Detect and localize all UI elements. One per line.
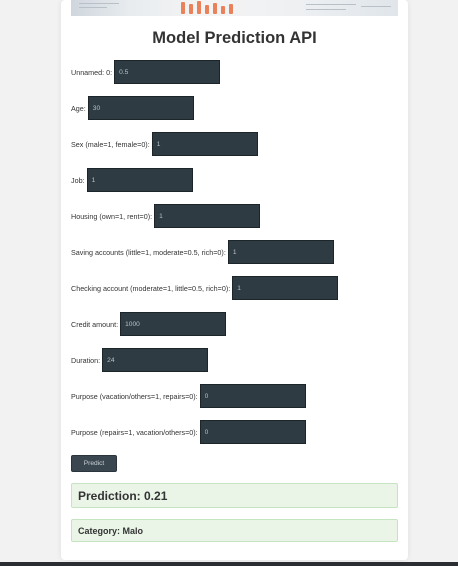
prediction-card: Model Prediction API Unnamed: 0: Age: Se… <box>61 0 408 560</box>
form-row-unnamed: Unnamed: 0: <box>71 59 221 85</box>
field-label-sex: Sex (male=1, female=0): <box>71 139 150 149</box>
form-row-saving-accounts: Saving accounts (little=1, moderate=0.5,… <box>71 239 334 265</box>
housing-input[interactable] <box>154 204 261 228</box>
credit-amount-input[interactable] <box>120 312 227 336</box>
field-label-duration: Duration: <box>71 355 101 365</box>
job-input[interactable] <box>86 168 193 192</box>
form-row-checking-account: Checking account (moderate=1, little=0.5… <box>71 275 339 301</box>
saving-accounts-input[interactable] <box>227 240 334 264</box>
header-banner-image <box>71 0 398 16</box>
checking-account-input[interactable] <box>232 276 339 300</box>
form-row-age: Age: <box>71 95 194 121</box>
field-label-job: Job: <box>71 175 85 185</box>
field-label-credit-amount: Credit amount: <box>71 319 119 329</box>
footer-bar <box>0 562 458 566</box>
field-label-saving-accounts: Saving accounts (little=1, moderate=0.5,… <box>71 247 226 257</box>
form-row-purpose-repairs: Purpose (repairs=1, vacation/others=0): <box>71 419 306 445</box>
form-row-purpose-vacation: Purpose (vacation/others=1, repairs=0): <box>71 383 306 409</box>
field-label-age: Age: <box>71 103 86 113</box>
field-label-checking-account: Checking account (moderate=1, little=0.5… <box>71 283 231 293</box>
predict-button[interactable]: Predict <box>71 455 117 472</box>
age-input[interactable] <box>87 96 194 120</box>
field-label-housing: Housing (own=1, rent=0): <box>71 211 153 221</box>
purpose-vacation-input[interactable] <box>199 384 306 408</box>
form-row-housing: Housing (own=1, rent=0): <box>71 203 261 229</box>
field-label-purpose-repairs: Purpose (repairs=1, vacation/others=0): <box>71 427 198 437</box>
sex-input[interactable] <box>151 132 258 156</box>
duration-input[interactable] <box>102 348 209 372</box>
page-title: Model Prediction API <box>152 29 317 47</box>
purpose-repairs-input[interactable] <box>199 420 306 444</box>
category-result: Category: Malo <box>71 519 398 542</box>
form-row-job: Job: <box>71 167 193 193</box>
field-label-purpose-vacation: Purpose (vacation/others=1, repairs=0): <box>71 391 198 401</box>
prediction-result: Prediction: 0.21 <box>71 483 398 508</box>
form-row-duration: Duration: <box>71 347 209 373</box>
unnamed-input[interactable] <box>114 60 221 84</box>
form-row-credit-amount: Credit amount: <box>71 311 227 337</box>
field-label-unnamed: Unnamed: 0: <box>71 67 113 77</box>
form-row-sex: Sex (male=1, female=0): <box>71 131 258 157</box>
